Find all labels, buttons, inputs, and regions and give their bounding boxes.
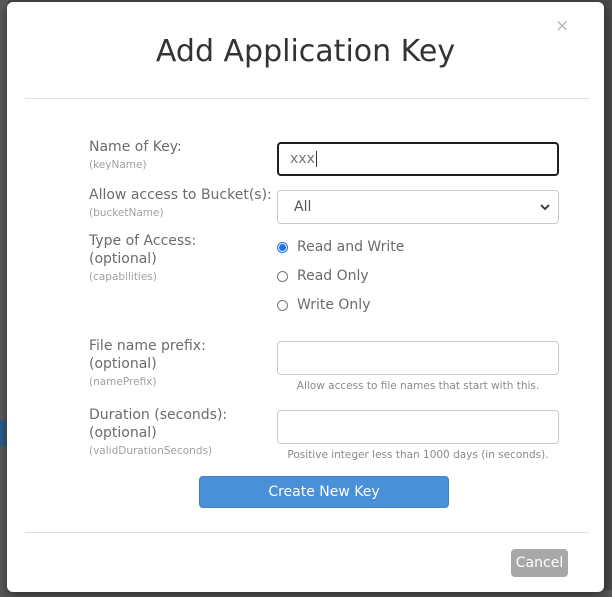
header-divider [25, 98, 589, 99]
radio-write-only[interactable]: Write Only [277, 295, 370, 315]
duration-help: Positive integer less than 1000 days (in… [287, 449, 549, 461]
chevron-down-icon [540, 191, 550, 223]
bucket-label: Allow access to Bucket(s): [89, 187, 272, 203]
name-prefix-optional: (optional) [89, 356, 157, 372]
name-prefix-label: File name prefix: [89, 338, 206, 354]
radio-read-and-write[interactable]: Read and Write [277, 237, 404, 257]
key-name-param: (keyName) [89, 159, 147, 171]
access-type-optional: (optional) [89, 251, 157, 267]
radio-read-only[interactable]: Read Only [277, 266, 369, 286]
key-name-input[interactable]: xxx [277, 142, 559, 176]
footer-divider [25, 532, 589, 533]
duration-input[interactable] [277, 410, 559, 444]
text-caret [315, 151, 317, 167]
name-prefix-help: Allow access to file names that start wi… [296, 380, 540, 392]
key-name-label: Name of Key: [89, 139, 182, 155]
duration-optional: (optional) [89, 425, 157, 441]
background-highlight [0, 420, 6, 446]
radio-label: Write Only [297, 297, 371, 313]
duration-label: Duration (seconds): [89, 407, 228, 423]
duration-param: (validDurationSeconds) [89, 445, 213, 457]
radio-button[interactable] [277, 241, 288, 253]
access-type-param: (capabilities) [89, 271, 157, 283]
radio-button[interactable] [277, 299, 288, 311]
add-application-key-dialog: × Add Application Key Name of Key: (keyN… [7, 2, 604, 592]
dialog-title: Add Application Key [155, 34, 456, 69]
create-new-key-button[interactable]: Create New Key [199, 476, 449, 508]
name-prefix-param: (namePrefix) [89, 376, 157, 388]
radio-button[interactable] [277, 270, 288, 282]
bucket-param: (bucketName) [89, 207, 164, 219]
bucket-select[interactable]: All [277, 190, 559, 224]
key-name-value: xxx [290, 151, 315, 167]
cancel-button[interactable]: Cancel [511, 549, 568, 577]
radio-label: Read Only [297, 268, 369, 284]
access-type-label: Type of Access: [89, 233, 197, 249]
bucket-selected-value: All [294, 199, 312, 215]
radio-label: Read and Write [297, 239, 405, 255]
name-prefix-input[interactable] [277, 341, 559, 375]
